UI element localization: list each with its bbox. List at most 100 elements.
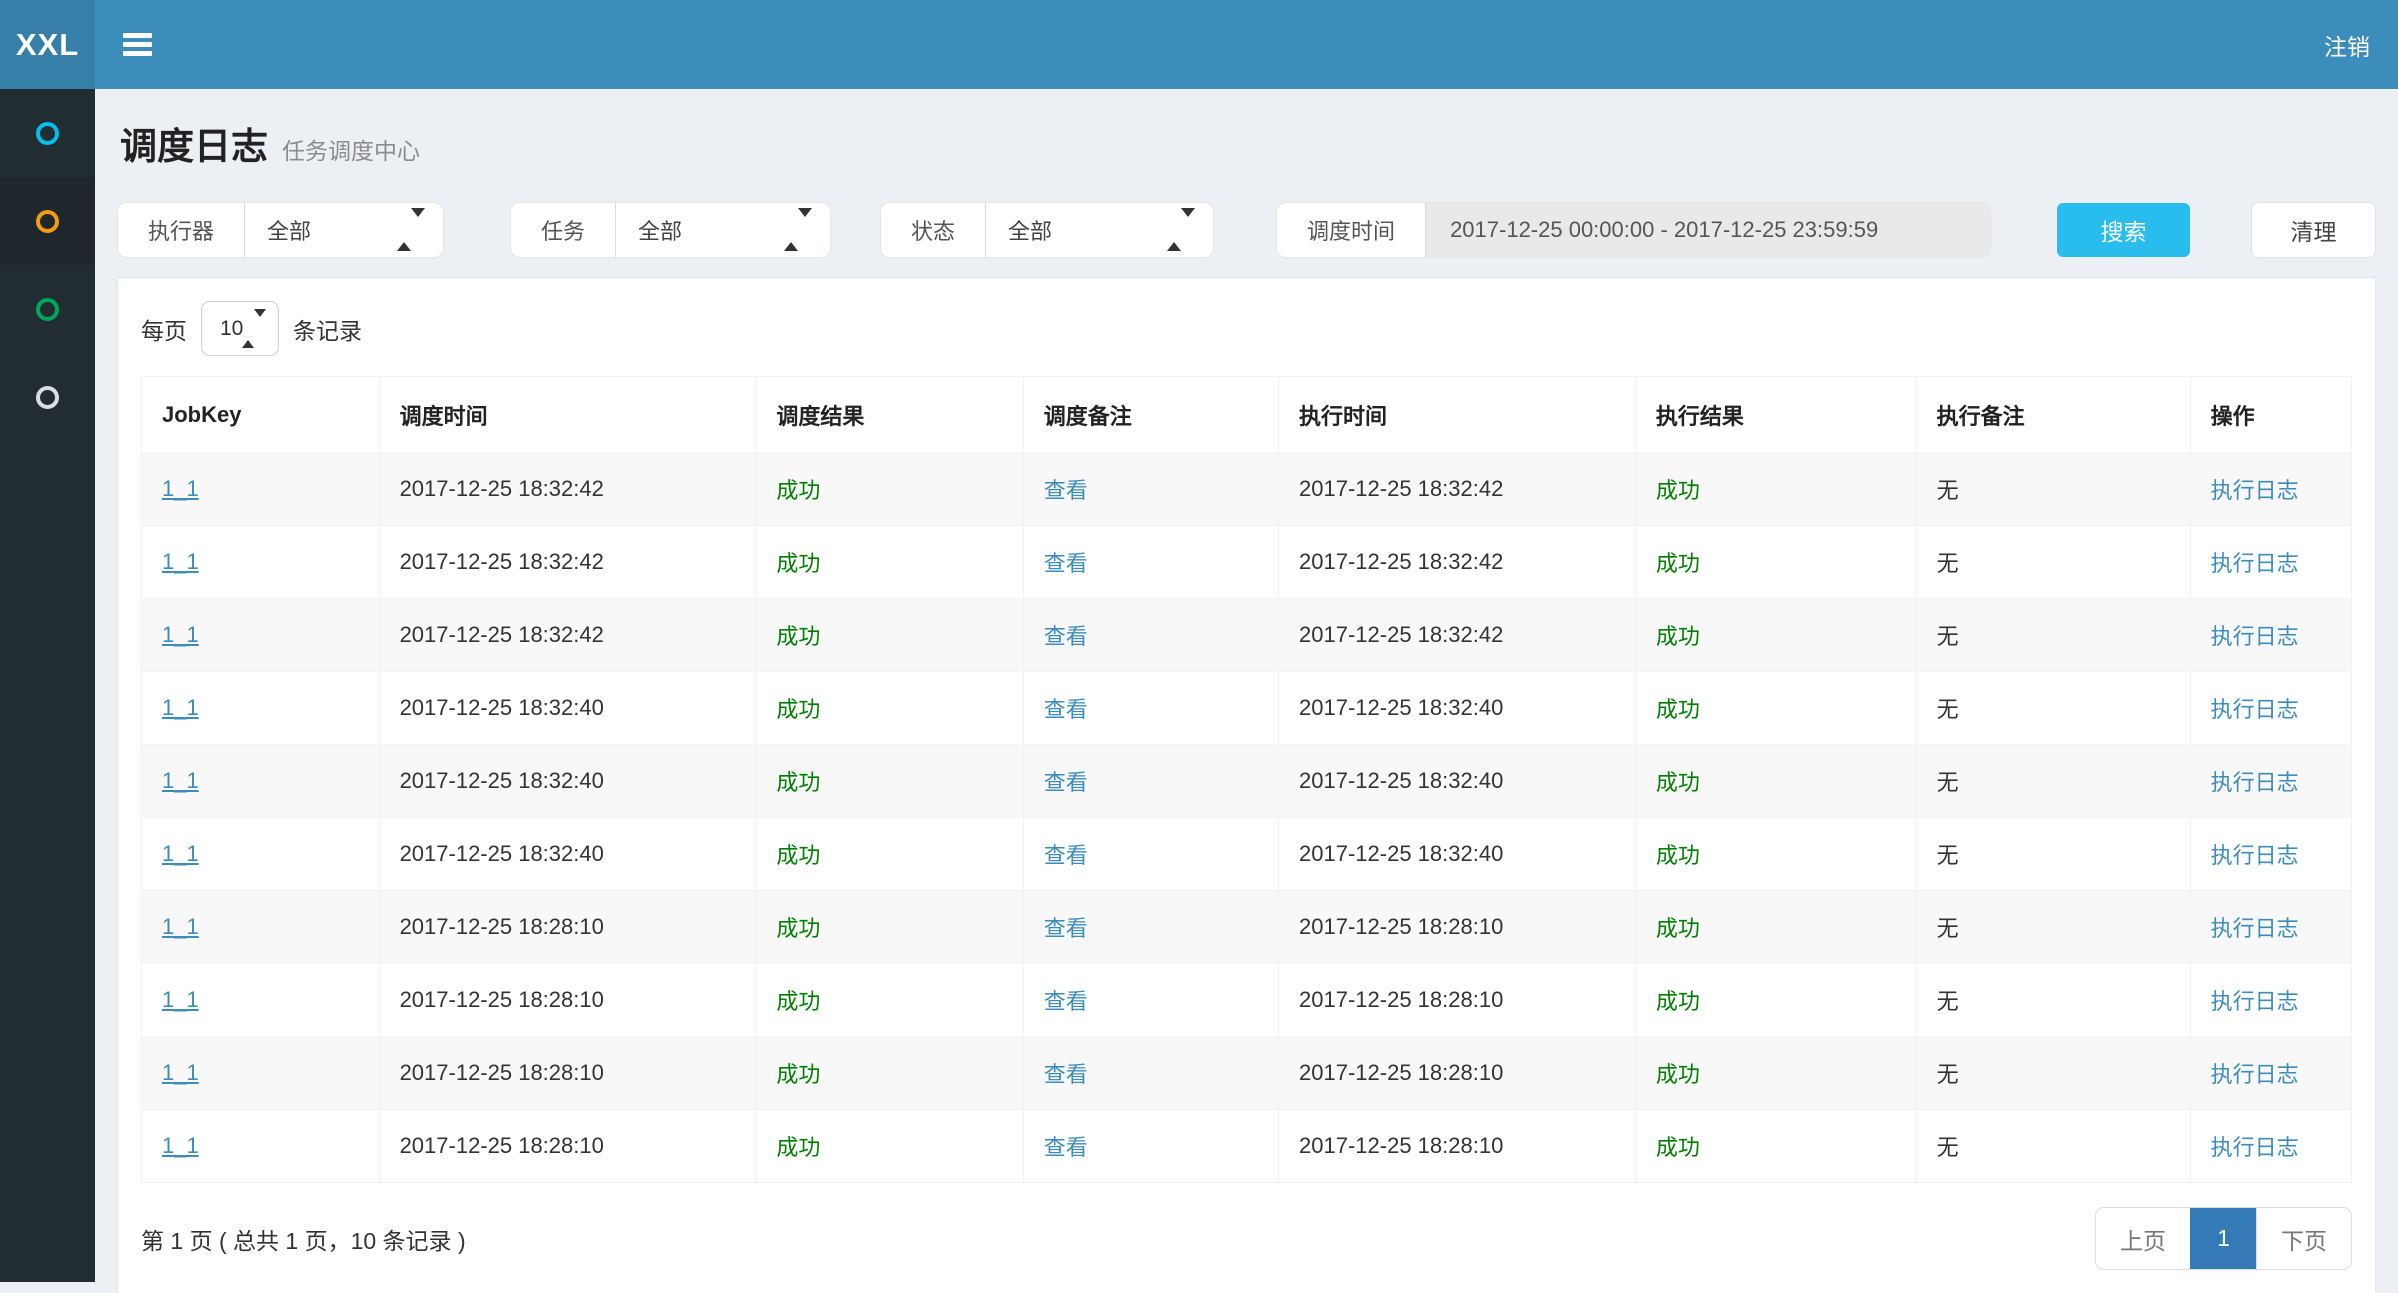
log-table-panel: 每页 10 条记录 JobKey调度时间调度结果调度备注执行时间执行结果执行备注…	[118, 277, 2375, 1293]
page-subtitle: 任务调度中心	[282, 138, 420, 164]
jobkey-link[interactable]: 1_1	[162, 476, 199, 501]
page-title: 调度日志	[120, 126, 268, 167]
trigger-msg-link[interactable]: 查看	[1044, 1062, 1088, 1087]
column-header-6: 执行备注	[1916, 377, 2190, 453]
page-size-select[interactable]: 10	[201, 301, 279, 356]
sidebar-item-report[interactable]	[0, 89, 95, 177]
trigger-msg-link[interactable]: 查看	[1044, 697, 1088, 722]
column-header-1: 调度时间	[379, 377, 756, 453]
sidebar-item-joblog[interactable]	[0, 177, 95, 265]
select-arrows-icon	[784, 217, 812, 243]
trigger-time-filter-label: 调度时间	[1277, 203, 1426, 257]
handle-time-cell: 2017-12-25 18:32:40	[1279, 818, 1636, 891]
jobkey-link[interactable]: 1_1	[162, 914, 199, 939]
column-header-7: 操作	[2190, 377, 2351, 453]
select-arrows-icon	[242, 317, 266, 341]
table-row: 1_12017-12-25 18:28:10成功查看2017-12-25 18:…	[142, 1110, 2352, 1183]
handle-result-cell: 成功	[1635, 964, 1916, 1037]
handle-msg-cell: 无	[1916, 599, 2190, 672]
clean-button[interactable]: 清理	[2252, 203, 2375, 257]
exec-log-link[interactable]: 执行日志	[2211, 916, 2299, 941]
sidebar	[0, 89, 95, 1282]
jobkey-link[interactable]: 1_1	[162, 622, 199, 647]
trigger-msg-link[interactable]: 查看	[1044, 551, 1088, 576]
circle-o-icon	[36, 122, 59, 145]
exec-log-link[interactable]: 执行日志	[2211, 478, 2299, 503]
next-page-button[interactable]: 下页	[2256, 1208, 2351, 1269]
handle-time-cell: 2017-12-25 18:28:10	[1279, 891, 1636, 964]
pagination-summary: 第 1 页 ( 总共 1 页，10 条记录 )	[141, 1222, 466, 1256]
circle-o-icon	[36, 298, 59, 321]
executor-filter-group: 执行器 全部	[118, 203, 443, 257]
handle-result-cell: 成功	[1635, 672, 1916, 745]
jobkey-link[interactable]: 1_1	[162, 1060, 199, 1085]
handle-result-cell: 成功	[1635, 599, 1916, 672]
handle-msg-cell: 无	[1916, 745, 2190, 818]
exec-log-link[interactable]: 执行日志	[2211, 551, 2299, 576]
current-page-button[interactable]: 1	[2190, 1208, 2256, 1269]
trigger-msg-link[interactable]: 查看	[1044, 843, 1088, 868]
filter-bar: 执行器 全部 任务 全部 状态 全部	[118, 203, 2375, 257]
exec-log-link[interactable]: 执行日志	[2211, 843, 2299, 868]
table-header-row: JobKey调度时间调度结果调度备注执行时间执行结果执行备注操作	[142, 377, 2352, 453]
hamburger-icon	[123, 33, 152, 38]
jobkey-link[interactable]: 1_1	[162, 695, 199, 720]
executor-filter-select[interactable]: 全部	[245, 203, 443, 257]
joblog-table: JobKey调度时间调度结果调度备注执行时间执行结果执行备注操作 1_1 2017…	[141, 376, 2352, 1183]
trigger-time-cell: 2017-12-25 18:28:10	[379, 1037, 756, 1110]
handle-msg-cell: 无	[1916, 526, 2190, 599]
handle-msg-cell: 无	[1916, 818, 2190, 891]
trigger-time-cell: 2017-12-25 18:28:10	[379, 891, 756, 964]
trigger-time-cell: 2017-12-25 18:32:42	[379, 599, 756, 672]
trigger-msg-link[interactable]: 查看	[1044, 478, 1088, 503]
handle-msg-cell: 无	[1916, 891, 2190, 964]
sidebar-item-executor[interactable]	[0, 353, 95, 441]
trigger-result-cell: 成功	[756, 599, 1023, 672]
jobkey-link[interactable]: 1_1	[162, 549, 199, 574]
status-filter-select[interactable]: 全部	[986, 203, 1213, 257]
search-button[interactable]: 搜索	[2057, 203, 2190, 257]
trigger-msg-link[interactable]: 查看	[1044, 989, 1088, 1014]
sidebar-item-jobinfo[interactable]	[0, 265, 95, 353]
column-header-0: JobKey	[142, 377, 380, 453]
page-size-control: 每页 10 条记录	[141, 301, 2352, 356]
handle-result-cell: 成功	[1635, 1110, 1916, 1183]
trigger-msg-link[interactable]: 查看	[1044, 770, 1088, 795]
job-filter-select[interactable]: 全部	[616, 203, 830, 257]
handle-result-cell: 成功	[1635, 1037, 1916, 1110]
table-row: 1_12017-12-25 18:32:40成功查看2017-12-25 18:…	[142, 818, 2352, 891]
exec-log-link[interactable]: 执行日志	[2211, 770, 2299, 795]
trigger-msg-link[interactable]: 查看	[1044, 624, 1088, 649]
main-content: 调度日志任务调度中心 执行器 全部 任务 全部 状态 全部	[95, 89, 2398, 1282]
handle-result-cell: 成功	[1635, 745, 1916, 818]
table-row: 1_12017-12-25 18:28:10成功查看2017-12-25 18:…	[142, 891, 2352, 964]
exec-log-link[interactable]: 执行日志	[2211, 989, 2299, 1014]
job-filter-group: 任务 全部	[511, 203, 830, 257]
sidebar-toggle-button[interactable]	[95, 0, 178, 89]
trigger-time-cell: 2017-12-25 18:28:10	[379, 964, 756, 1037]
trigger-time-range-input[interactable]: 2017-12-25 00:00:00 - 2017-12-25 23:59:5…	[1426, 203, 1990, 257]
exec-log-link[interactable]: 执行日志	[2211, 697, 2299, 722]
prev-page-button[interactable]: 上页	[2096, 1208, 2190, 1269]
jobkey-link[interactable]: 1_1	[162, 1133, 199, 1158]
navbar-spacer	[178, 0, 2296, 89]
jobkey-link[interactable]: 1_1	[162, 768, 199, 793]
logout-link[interactable]: 注销	[2296, 0, 2398, 89]
trigger-time-cell: 2017-12-25 18:28:10	[379, 1110, 756, 1183]
trigger-msg-link[interactable]: 查看	[1044, 916, 1088, 941]
exec-log-link[interactable]: 执行日志	[2211, 624, 2299, 649]
handle-result-cell: 成功	[1635, 526, 1916, 599]
trigger-msg-link[interactable]: 查看	[1044, 1135, 1088, 1160]
app-logo[interactable]: XXL	[0, 0, 95, 89]
jobkey-link[interactable]: 1_1	[162, 841, 199, 866]
trigger-result-cell: 成功	[756, 1110, 1023, 1183]
exec-log-link[interactable]: 执行日志	[2211, 1062, 2299, 1087]
exec-log-link[interactable]: 执行日志	[2211, 1135, 2299, 1160]
jobkey-link[interactable]: 1_1	[162, 987, 199, 1012]
table-row: 1_12017-12-25 18:28:10成功查看2017-12-25 18:…	[142, 1037, 2352, 1110]
page-size-suffix-label: 条记录	[293, 312, 362, 346]
handle-msg-cell: 无	[1916, 1110, 2190, 1183]
top-navbar: XXL 注销	[0, 0, 2398, 89]
status-filter-group: 状态 全部	[881, 203, 1213, 257]
trigger-result-cell: 成功	[756, 672, 1023, 745]
